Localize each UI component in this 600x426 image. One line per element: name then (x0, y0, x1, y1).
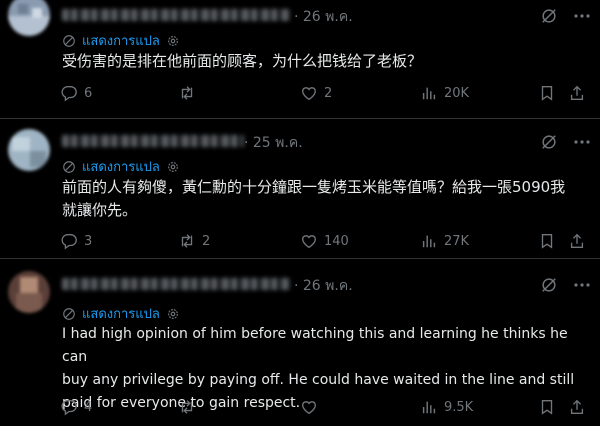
bookmark-icon[interactable] (538, 232, 556, 250)
like-icon (302, 401, 316, 415)
post-date[interactable]: · 25 พ.ค. (244, 132, 303, 154)
post-1[interactable]: · 26 พ.ค. แสดงการแปล 受伤害的是排在他前面的顾客，为什么把钱… (0, 0, 600, 118)
more-icon[interactable] (572, 275, 592, 295)
more-icon[interactable] (572, 6, 592, 26)
repost-button[interactable] (178, 84, 202, 102)
reply-icon (61, 400, 77, 416)
avatar[interactable] (8, 271, 50, 313)
show-translation-link[interactable]: แสดงการแปล (62, 156, 180, 177)
reply-icon (61, 86, 77, 102)
translate-icon (63, 160, 75, 173)
bookmark-icon[interactable] (538, 84, 556, 102)
reply-icon (61, 234, 77, 250)
share-icon[interactable] (568, 232, 586, 250)
action-bar: 4 9.5K (58, 398, 598, 422)
reply-button[interactable]: 3 (60, 232, 92, 250)
view-count: 9.5K (444, 399, 474, 415)
action-bar: 6 2 20K (58, 84, 598, 108)
reply-button[interactable]: 4 (60, 398, 92, 416)
like-count: 140 (324, 233, 349, 249)
post-text: 前面的人有夠傻，黃仁勳的十分鐘跟一隻烤玉米能等值嗎？給我一張5090我 就讓你先… (62, 178, 566, 219)
post-2[interactable]: · 25 พ.ค. แสดงการแปล 前面的人有夠傻，黃仁勳的十分鐘跟一隻烤… (0, 119, 600, 258)
show-translation-link[interactable]: แสดงการแปล (62, 303, 180, 324)
post-3[interactable]: · 26 พ.ค. แสดงการแปล I had high opinion … (0, 259, 600, 426)
like-button[interactable]: 140 (300, 232, 349, 250)
gear-icon[interactable] (166, 34, 180, 48)
views-icon (422, 401, 436, 414)
reply-count: 4 (84, 399, 93, 415)
repost-count: 2 (202, 233, 211, 249)
views-icon (422, 87, 436, 100)
view-count: 20K (444, 85, 470, 101)
translate-label: แสดงการแปล (82, 34, 160, 49)
reply-count: 3 (84, 233, 93, 249)
author-name-blurred[interactable] (62, 9, 290, 21)
views-button[interactable]: 27K (420, 232, 469, 250)
views-button[interactable]: 9.5K (420, 398, 473, 416)
gear-icon[interactable] (166, 160, 180, 174)
like-icon (302, 87, 316, 101)
repost-button[interactable]: 2 (178, 232, 210, 250)
translate-icon (63, 34, 75, 47)
repost-button[interactable] (178, 398, 202, 416)
author-name-blurred[interactable] (62, 278, 290, 290)
avatar[interactable] (8, 0, 50, 36)
gear-icon[interactable] (166, 307, 180, 321)
post-date[interactable]: · 26 พ.ค. (294, 275, 353, 297)
reply-count: 6 (84, 85, 93, 101)
views-button[interactable]: 20K (420, 84, 469, 102)
reply-button[interactable]: 6 (60, 84, 92, 102)
like-icon (302, 235, 316, 249)
translate-label: แสดงการแปล (82, 307, 160, 322)
repost-icon (181, 86, 193, 100)
grok-icon[interactable] (540, 133, 558, 151)
post-text: 受伤害的是排在他前面的顾客，为什么把钱给了老板？ (62, 52, 423, 70)
grok-icon[interactable] (540, 7, 558, 25)
post-date[interactable]: · 26 พ.ค. (294, 6, 353, 28)
views-icon (422, 235, 436, 248)
like-count: 2 (324, 85, 333, 101)
translate-icon (63, 307, 75, 320)
show-translation-link[interactable]: แสดงการแปล (62, 30, 180, 51)
repost-icon (181, 234, 193, 248)
author-name-blurred[interactable] (62, 135, 244, 147)
like-button[interactable]: 2 (300, 84, 332, 102)
avatar[interactable] (8, 129, 50, 171)
bookmark-icon[interactable] (538, 398, 556, 416)
action-bar: 3 2 140 27K (58, 232, 598, 256)
repost-icon (181, 400, 193, 414)
like-button[interactable] (300, 398, 324, 416)
view-count: 27K (444, 233, 470, 249)
translate-label: แสดงการแปล (82, 160, 160, 175)
grok-icon[interactable] (540, 276, 558, 294)
share-icon[interactable] (568, 398, 586, 416)
more-icon[interactable] (572, 132, 592, 152)
share-icon[interactable] (568, 84, 586, 102)
